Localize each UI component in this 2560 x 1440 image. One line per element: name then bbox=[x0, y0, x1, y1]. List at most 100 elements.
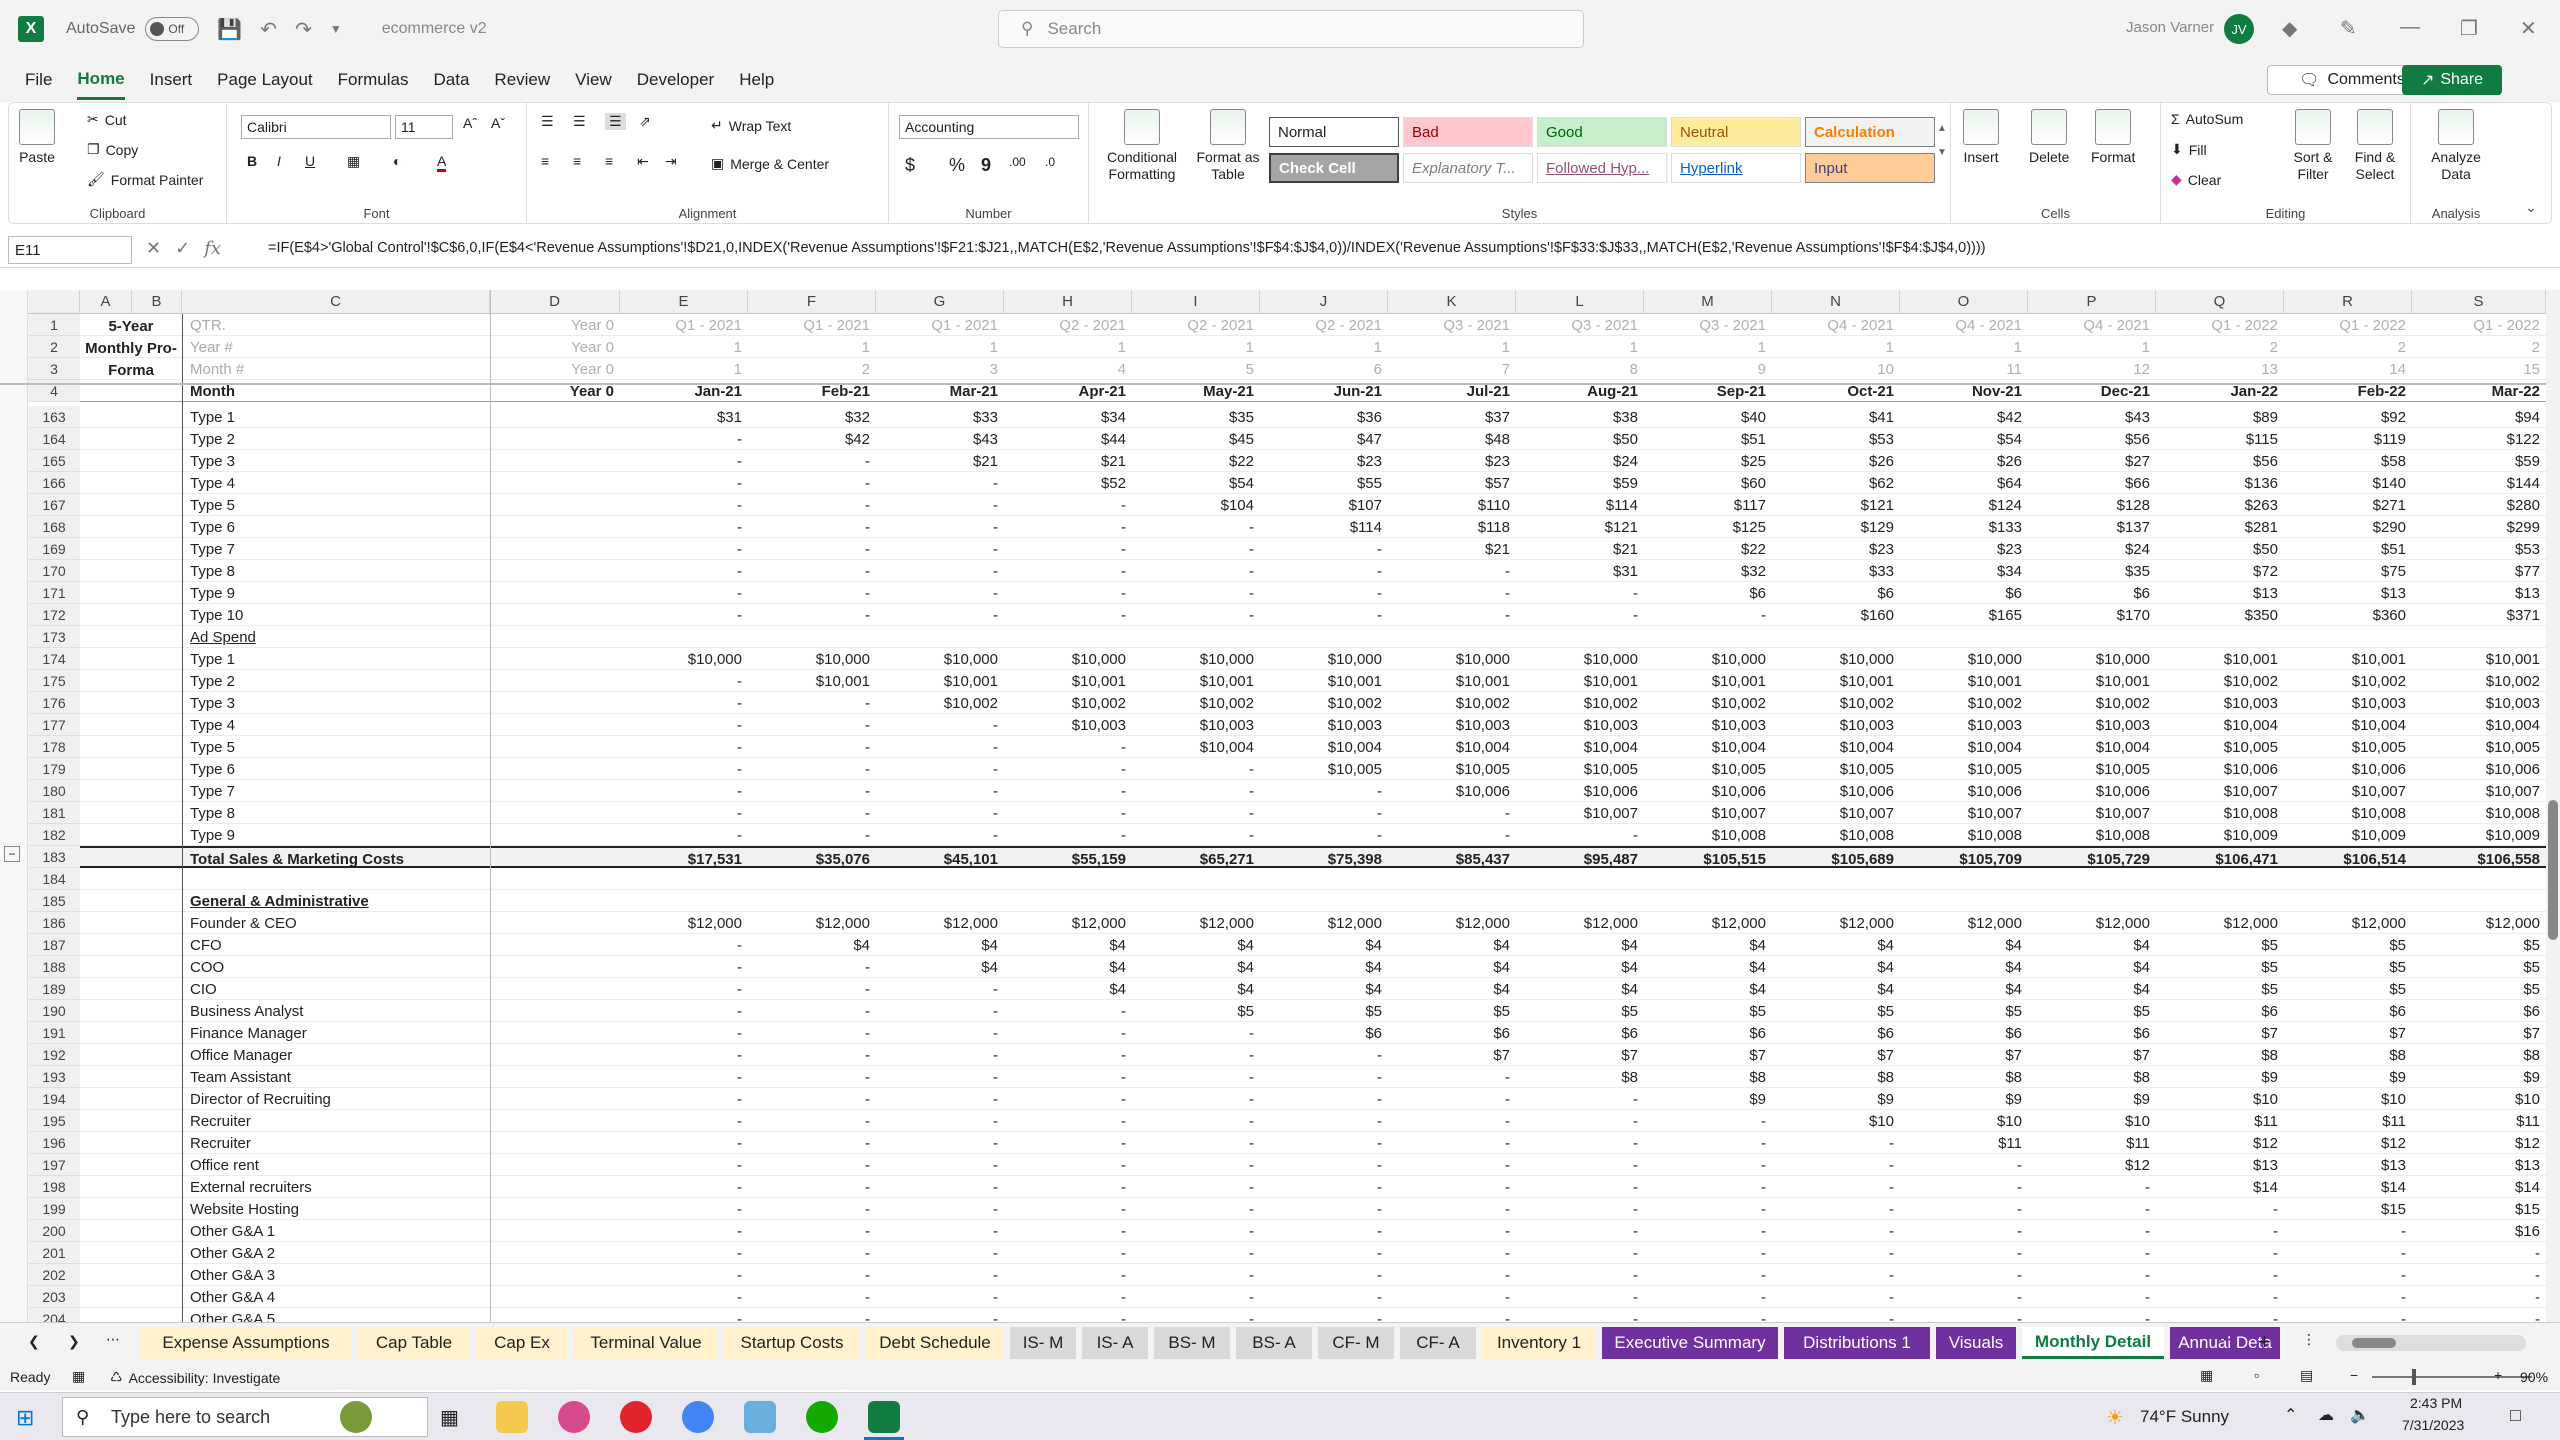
row-header[interactable]: 165 bbox=[28, 450, 80, 472]
data-cell[interactable]: - bbox=[1900, 1264, 2028, 1286]
data-cell[interactable]: $105,689 bbox=[1772, 848, 1900, 870]
data-cell[interactable]: - bbox=[2284, 1242, 2412, 1264]
data-cell[interactable]: $10,001 bbox=[1388, 670, 1516, 692]
data-cell[interactable]: $5 bbox=[2284, 978, 2412, 1000]
data-cell[interactable]: - bbox=[748, 1022, 876, 1044]
paste-button[interactable]: Paste bbox=[19, 109, 55, 166]
data-cell[interactable] bbox=[2412, 626, 2546, 648]
row-header[interactable]: 168 bbox=[28, 516, 80, 538]
styles-scroll-up-icon[interactable]: ▲ bbox=[1937, 123, 1947, 134]
data-cell[interactable]: $5 bbox=[1516, 1000, 1644, 1022]
data-cell[interactable]: $10 bbox=[2412, 1088, 2546, 1110]
data-cell[interactable]: - bbox=[1132, 1066, 1260, 1088]
data-cell[interactable]: $290 bbox=[2284, 516, 2412, 538]
data-cell[interactable]: $10,003 bbox=[2156, 692, 2284, 714]
style-hyperlink[interactable]: Hyperlink bbox=[1671, 153, 1801, 183]
data-cell[interactable]: - bbox=[1004, 1154, 1132, 1176]
data-cell[interactable]: $12 bbox=[2412, 1132, 2546, 1154]
data-cell[interactable]: $10,005 bbox=[2028, 758, 2156, 780]
data-cell[interactable]: $32 bbox=[1644, 560, 1772, 582]
data-cell[interactable]: $65,271 bbox=[1132, 848, 1260, 870]
data-cell[interactable]: - bbox=[1260, 1132, 1388, 1154]
data-cell[interactable]: - bbox=[748, 1000, 876, 1022]
fx-icon[interactable]: fx bbox=[204, 238, 221, 259]
data-cell[interactable]: - bbox=[876, 1088, 1004, 1110]
row-label-cell[interactable]: Type 7 bbox=[182, 780, 490, 802]
row-label-cell[interactable]: Month # bbox=[182, 358, 490, 380]
data-cell[interactable]: Q1 - 2021 bbox=[620, 314, 748, 336]
data-cell[interactable]: $38 bbox=[1516, 406, 1644, 428]
data-cell[interactable]: $133 bbox=[1900, 516, 2028, 538]
data-cell[interactable]: $10,005 bbox=[1644, 758, 1772, 780]
data-cell[interactable]: - bbox=[620, 692, 748, 714]
data-cell[interactable]: Q1 - 2022 bbox=[2156, 314, 2284, 336]
data-cell[interactable]: $263 bbox=[2156, 494, 2284, 516]
row-header[interactable]: 182 bbox=[28, 824, 80, 846]
data-cell[interactable]: - bbox=[1388, 1154, 1516, 1176]
data-cell[interactable]: $4 bbox=[1004, 978, 1132, 1000]
data-cell[interactable]: - bbox=[1132, 758, 1260, 780]
data-cell[interactable]: - bbox=[1644, 1220, 1772, 1242]
data-cell[interactable] bbox=[1132, 868, 1260, 890]
row-header[interactable]: 191 bbox=[28, 1022, 80, 1044]
data-cell[interactable]: - bbox=[748, 1264, 876, 1286]
data-cell[interactable]: $10,000 bbox=[1388, 648, 1516, 670]
data-cell[interactable]: - bbox=[1900, 1198, 2028, 1220]
row-label-cell[interactable]: Ad Spend bbox=[182, 626, 490, 648]
data-cell[interactable]: - bbox=[876, 1220, 1004, 1242]
data-cell[interactable]: - bbox=[2028, 1264, 2156, 1286]
data-cell[interactable]: - bbox=[620, 472, 748, 494]
data-cell[interactable]: $34 bbox=[1004, 406, 1132, 428]
format-button[interactable]: Format bbox=[2091, 109, 2135, 166]
data-cell[interactable]: $12,000 bbox=[2028, 912, 2156, 934]
row-label-cell[interactable]: Business Analyst bbox=[182, 1000, 490, 1022]
sheet-tab[interactable]: Distributions 1 bbox=[1784, 1327, 1930, 1359]
data-cell[interactable]: $35,076 bbox=[748, 848, 876, 870]
data-cell[interactable]: $45,101 bbox=[876, 848, 1004, 870]
menu-page-layout[interactable]: Page Layout bbox=[217, 62, 312, 98]
quick-access-dropdown-icon[interactable]: ▼ bbox=[330, 22, 342, 36]
font-color-icon[interactable]: A bbox=[437, 153, 447, 172]
data-cell[interactable]: - bbox=[1644, 1132, 1772, 1154]
data-cell[interactable]: - bbox=[1516, 824, 1644, 846]
column-header-n[interactable]: N bbox=[1772, 290, 1900, 314]
column-header-f[interactable]: F bbox=[748, 290, 876, 314]
data-cell[interactable]: $6 bbox=[1772, 582, 1900, 604]
style-bad[interactable]: Bad bbox=[1403, 117, 1533, 147]
data-cell[interactable]: - bbox=[748, 1066, 876, 1088]
data-cell[interactable]: - bbox=[1004, 516, 1132, 538]
data-cell[interactable]: - bbox=[1388, 1066, 1516, 1088]
data-cell[interactable]: - bbox=[1132, 1044, 1260, 1066]
data-cell[interactable]: $12,000 bbox=[1772, 912, 1900, 934]
row-header[interactable]: 167 bbox=[28, 494, 80, 516]
row-header[interactable]: 3 bbox=[28, 358, 80, 380]
data-cell[interactable]: 9 bbox=[1644, 358, 1772, 380]
data-cell[interactable]: $17,531 bbox=[620, 848, 748, 870]
data-cell[interactable]: $13 bbox=[2412, 1154, 2546, 1176]
weather-label[interactable]: 74°F Sunny bbox=[2140, 1407, 2229, 1427]
data-cell[interactable]: - bbox=[620, 1044, 748, 1066]
data-cell[interactable]: $21 bbox=[1004, 450, 1132, 472]
data-cell[interactable]: - bbox=[1004, 604, 1132, 626]
data-cell[interactable]: $160 bbox=[1772, 604, 1900, 626]
row-header[interactable]: 184 bbox=[28, 868, 80, 890]
row-header[interactable]: 1 bbox=[28, 314, 80, 336]
copy-button[interactable]: ❐ Copy bbox=[87, 141, 138, 158]
data-cell[interactable]: - bbox=[1004, 1264, 1132, 1286]
data-cell[interactable]: - bbox=[620, 1198, 748, 1220]
data-cell[interactable]: $15 bbox=[2412, 1198, 2546, 1220]
data-cell[interactable]: 13 bbox=[2156, 358, 2284, 380]
data-cell[interactable]: - bbox=[748, 978, 876, 1000]
year0-cell[interactable]: Year 0 bbox=[490, 336, 620, 358]
data-cell[interactable] bbox=[1900, 868, 2028, 890]
data-cell[interactable]: $89 bbox=[2156, 406, 2284, 428]
data-cell[interactable]: - bbox=[1388, 1110, 1516, 1132]
row-label-cell[interactable]: Other G&A 5 bbox=[182, 1308, 490, 1323]
column-header-g[interactable]: G bbox=[876, 290, 1004, 314]
row-label-cell[interactable]: Recruiter bbox=[182, 1132, 490, 1154]
data-cell[interactable]: - bbox=[1388, 604, 1516, 626]
data-cell[interactable]: $10,007 bbox=[2028, 802, 2156, 824]
cut-button[interactable]: ✂ Cut bbox=[87, 111, 127, 128]
data-cell[interactable]: $371 bbox=[2412, 604, 2546, 626]
data-cell[interactable]: - bbox=[1132, 604, 1260, 626]
